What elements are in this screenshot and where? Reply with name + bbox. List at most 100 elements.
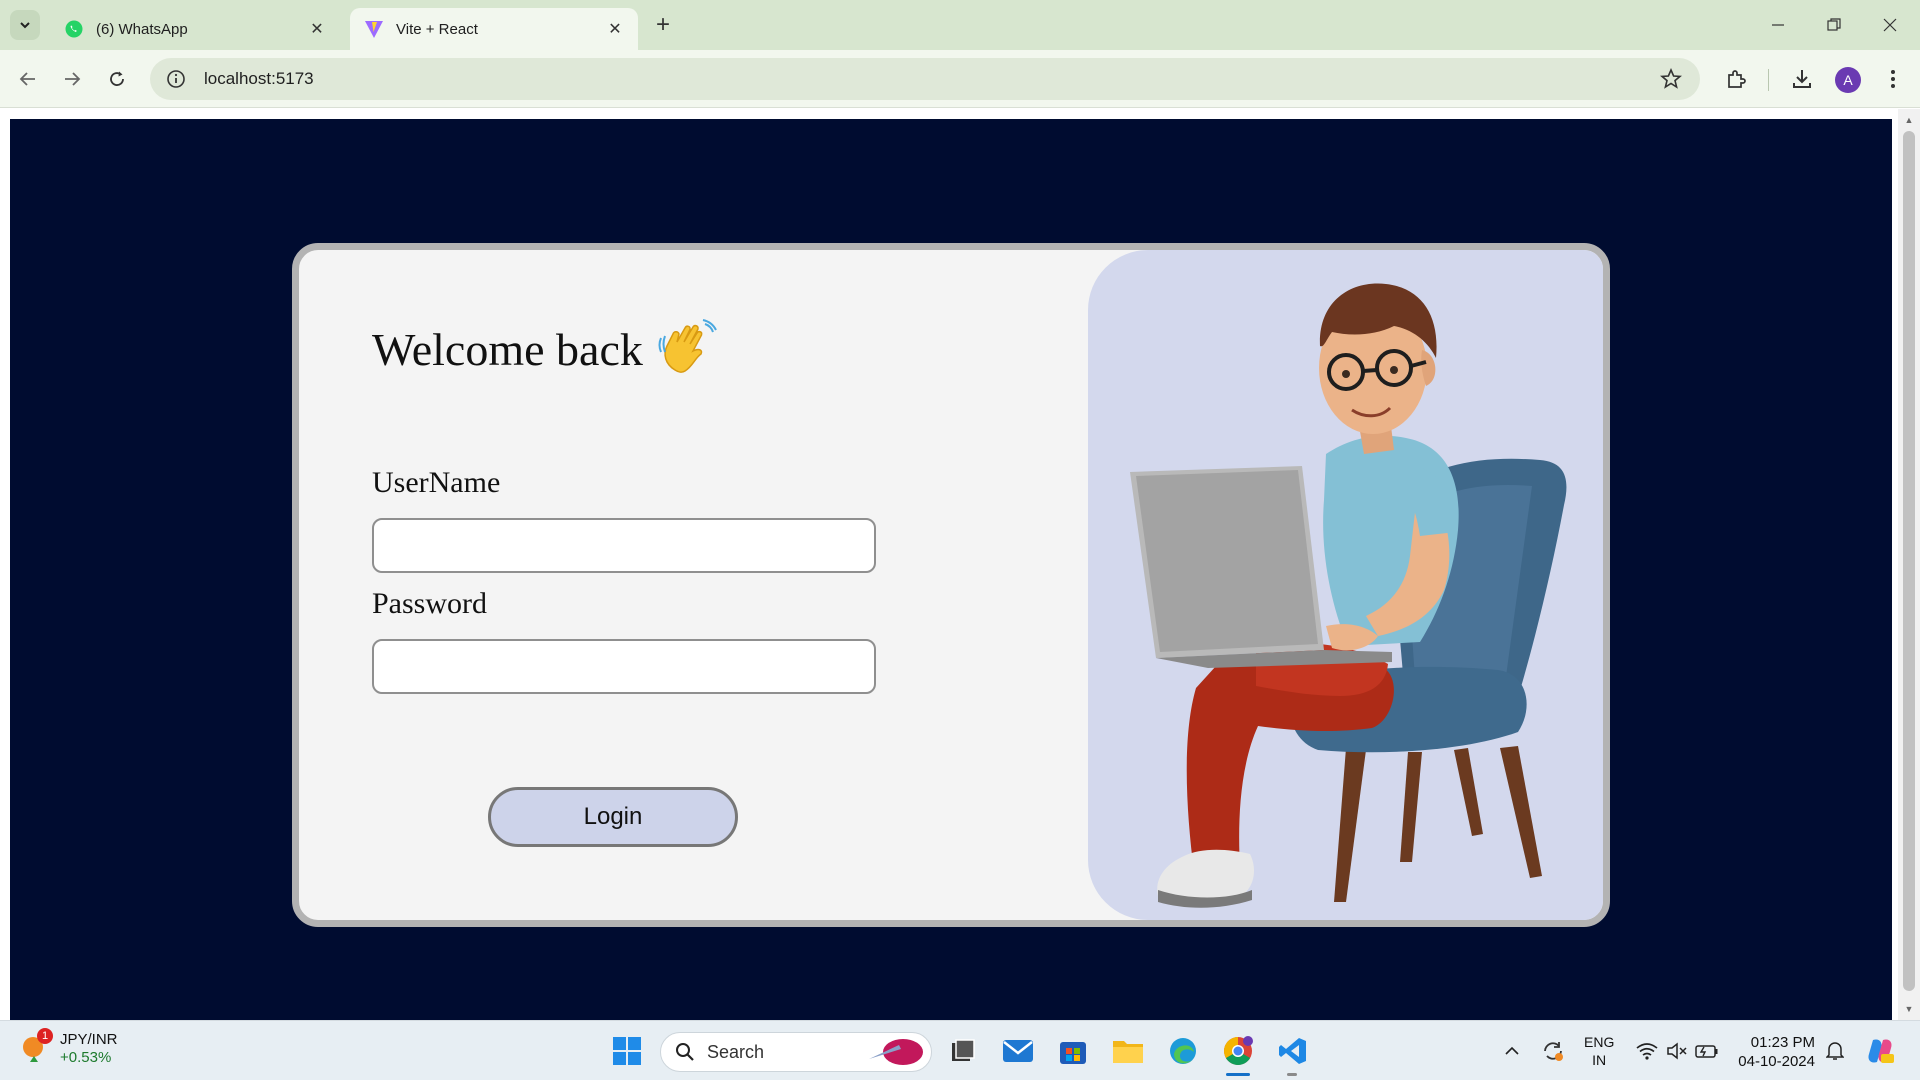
close-icon — [1883, 18, 1897, 32]
battery-tray-button[interactable] — [1694, 1021, 1720, 1080]
tab-vite-react[interactable]: Vite + React ✕ — [350, 8, 638, 50]
bookmark-star-icon[interactable] — [1660, 68, 1682, 90]
mail-icon — [1003, 1040, 1033, 1062]
start-button[interactable] — [607, 1031, 647, 1071]
close-tab-icon[interactable]: ✕ — [606, 20, 624, 38]
search-highlight-icon — [869, 1039, 923, 1065]
login-card: Welcome back UserName Password Login — [292, 243, 1610, 927]
page-scrollbar[interactable]: ▲ ▼ — [1898, 109, 1920, 1020]
widget-symbol: JPY/INR — [60, 1031, 118, 1048]
page-viewport: Welcome back UserName Password Login — [0, 109, 1920, 1020]
extensions-button[interactable] — [1721, 64, 1751, 94]
close-tab-icon[interactable]: ✕ — [308, 20, 326, 38]
vscode-open-indicator — [1287, 1073, 1297, 1076]
language-code: ENG — [1584, 1034, 1615, 1050]
show-hidden-icons-button[interactable] — [1500, 1021, 1524, 1080]
restore-icon — [1827, 18, 1841, 31]
wifi-icon — [1636, 1043, 1658, 1060]
notifications-button[interactable] — [1822, 1021, 1848, 1080]
clock-time: 01:23 PM — [1750, 1034, 1815, 1051]
vite-icon — [365, 21, 383, 38]
username-label: UserName — [372, 466, 501, 499]
site-info-icon[interactable] — [166, 69, 186, 89]
clock-date: 04-10-2024 — [1738, 1053, 1815, 1070]
minimize-button[interactable] — [1750, 0, 1806, 50]
windows-logo-icon — [613, 1037, 641, 1065]
battery-charging-icon — [1695, 1045, 1718, 1058]
task-view-icon — [952, 1039, 975, 1061]
download-icon — [1793, 70, 1811, 88]
tab-label: Vite + React — [396, 20, 478, 38]
search-label: Search — [707, 1041, 765, 1062]
file-explorer-button[interactable] — [1108, 1031, 1148, 1071]
downloads-button[interactable] — [1787, 64, 1817, 94]
region-code: IN — [1592, 1052, 1607, 1068]
username-input[interactable] — [372, 518, 876, 573]
arrow-left-icon — [19, 72, 35, 86]
scrollbar-thumb[interactable] — [1903, 131, 1915, 991]
scroll-down-arrow-icon[interactable]: ▼ — [1903, 1004, 1915, 1014]
reload-button[interactable] — [102, 64, 132, 94]
minimize-icon — [1772, 24, 1784, 26]
puzzle-icon — [1728, 70, 1746, 88]
back-button[interactable] — [13, 64, 43, 94]
tab-whatsapp[interactable]: (6) WhatsApp ✕ — [50, 8, 340, 50]
taskbar-search[interactable]: Search — [660, 1032, 932, 1072]
sync-icon — [1544, 1042, 1563, 1061]
chrome-icon — [1224, 1036, 1253, 1065]
store-icon — [1060, 1042, 1086, 1064]
close-window-button[interactable] — [1862, 0, 1918, 50]
arrow-right-icon — [65, 72, 81, 86]
tab-label: (6) WhatsApp — [96, 20, 188, 38]
address-bar[interactable]: localhost:5173 — [150, 58, 1700, 100]
copilot-icon — [1868, 1039, 1894, 1063]
page-background: Welcome back UserName Password Login — [10, 119, 1892, 1020]
browser-menu-button[interactable] — [1878, 64, 1908, 94]
password-label: Password — [372, 587, 488, 620]
windows-taskbar: JPY/INR +0.53% 1 Search ENG IN 01:23 PM … — [0, 1020, 1920, 1080]
illustration-panel — [1088, 250, 1603, 920]
new-tab-button[interactable]: + — [650, 11, 676, 38]
person-with-laptop-illustration — [1130, 283, 1567, 908]
mail-app-button[interactable] — [998, 1031, 1038, 1071]
stock-widget[interactable]: JPY/INR +0.53% — [20, 1031, 118, 1067]
store-app-button[interactable] — [1053, 1031, 1093, 1071]
sync-tray-button[interactable] — [1538, 1021, 1568, 1080]
widget-change: +0.53% — [60, 1049, 112, 1066]
browser-toolbar: localhost:5173 — [0, 50, 1920, 108]
toolbar-separator — [1768, 69, 1769, 91]
task-view-button[interactable] — [943, 1031, 983, 1071]
welcome-title: Welcome back — [372, 323, 643, 375]
scroll-up-arrow-icon[interactable]: ▲ — [1903, 115, 1915, 125]
reload-icon — [110, 71, 124, 86]
welcome-heading: Welcome back — [372, 318, 717, 380]
more-vertical-icon — [1891, 70, 1895, 88]
url-text: localhost:5173 — [204, 69, 314, 88]
vscode-icon — [1279, 1038, 1306, 1064]
password-input[interactable] — [372, 639, 876, 694]
waving-hand-icon — [658, 319, 717, 373]
chrome-active-indicator — [1226, 1073, 1250, 1076]
bell-icon — [1826, 1042, 1844, 1060]
language-indicator[interactable]: ENG IN — [1584, 1033, 1614, 1069]
chrome-app-button[interactable] — [1218, 1031, 1258, 1071]
login-button[interactable]: Login — [488, 787, 738, 847]
volume-muted-icon — [1667, 1042, 1687, 1060]
notification-badge: 1 — [37, 1028, 53, 1044]
chevron-down-icon — [20, 22, 30, 29]
profile-avatar[interactable]: A — [1835, 67, 1861, 93]
chevron-up-icon — [1505, 1046, 1519, 1055]
folder-icon — [1113, 1041, 1143, 1063]
vscode-app-button[interactable] — [1273, 1031, 1313, 1071]
edge-app-button[interactable] — [1163, 1031, 1203, 1071]
forward-button[interactable] — [57, 64, 87, 94]
taskbar-clock[interactable]: 01:23 PM 04-10-2024 — [1733, 1033, 1815, 1071]
whatsapp-icon — [65, 20, 83, 38]
restore-button[interactable] — [1806, 0, 1862, 50]
edge-browser-icon — [1170, 1038, 1196, 1064]
copilot-button[interactable] — [1864, 1021, 1896, 1080]
tab-search-button[interactable] — [10, 10, 40, 40]
volume-tray-button[interactable] — [1664, 1021, 1690, 1080]
search-icon — [676, 1043, 694, 1061]
wifi-tray-button[interactable] — [1634, 1021, 1660, 1080]
